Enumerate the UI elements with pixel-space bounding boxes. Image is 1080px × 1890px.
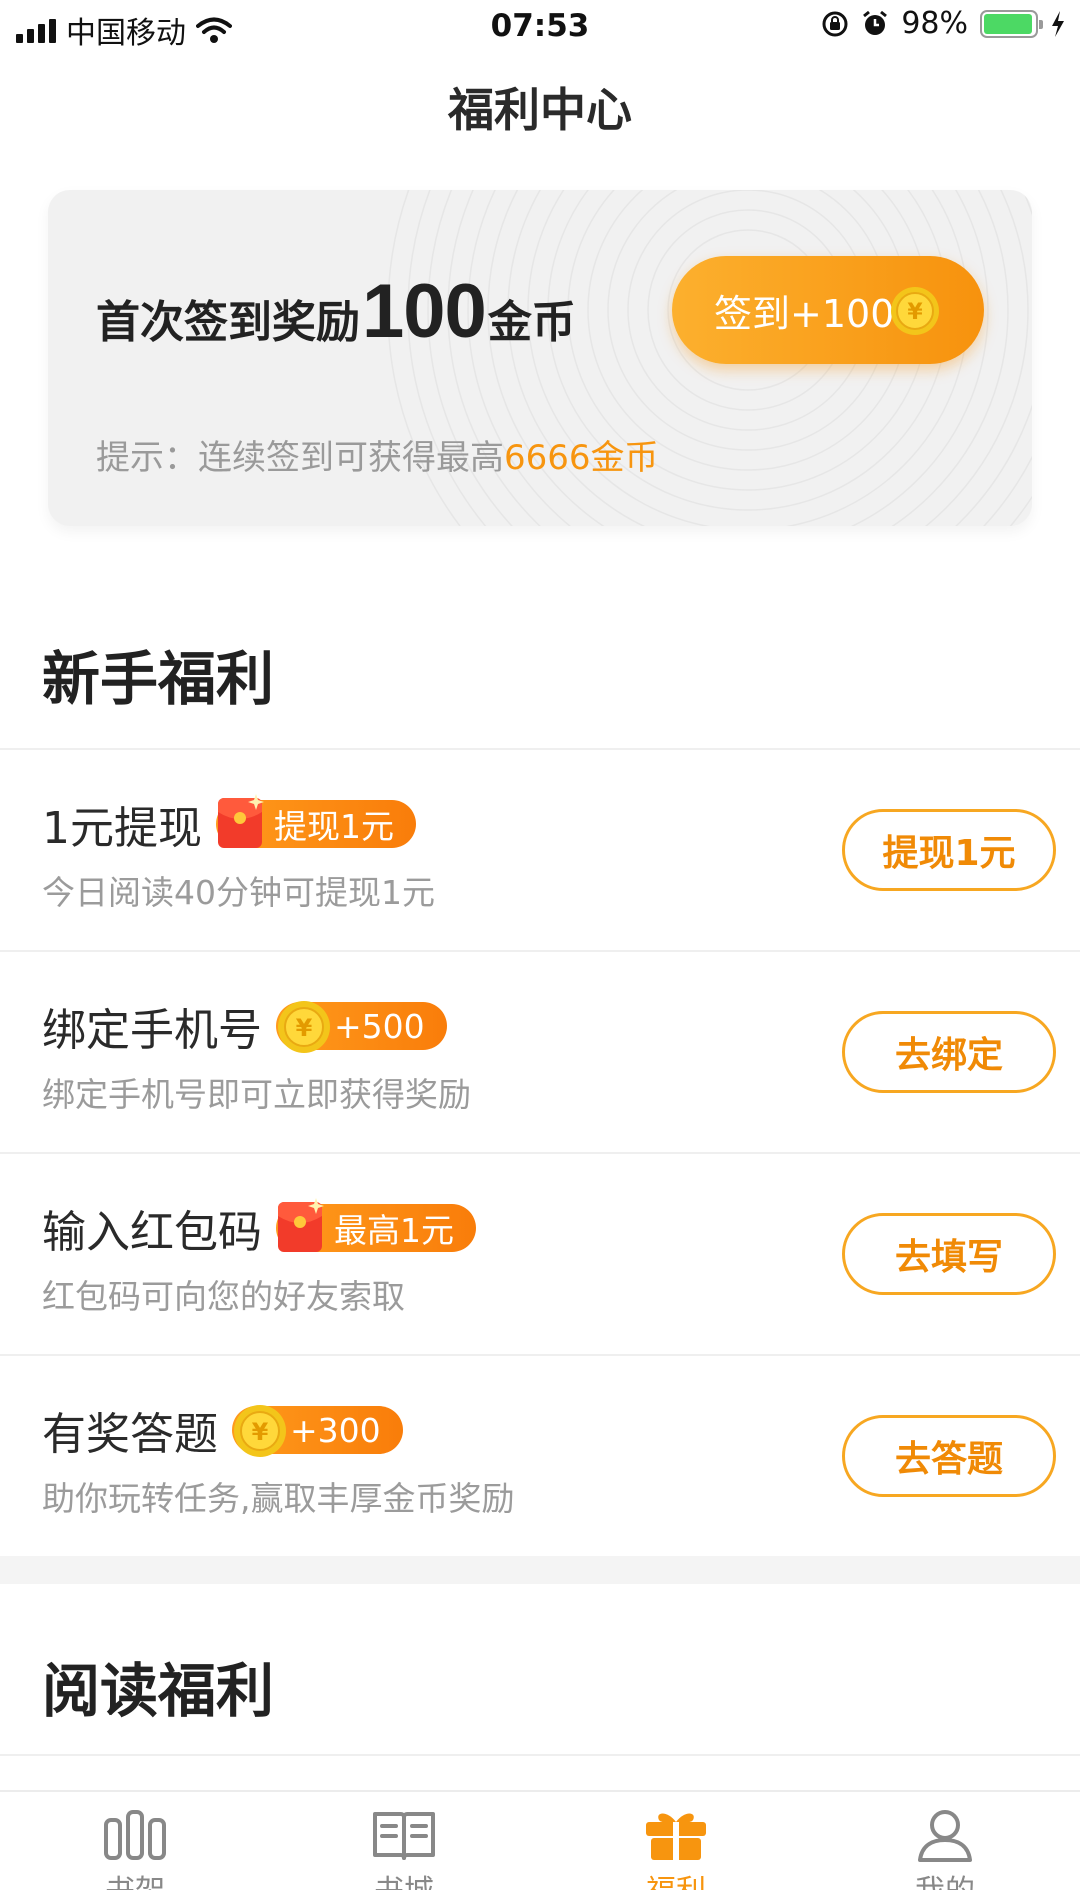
book-open-icon (373, 1812, 435, 1860)
gold-coin-icon: ¥ (234, 1405, 286, 1457)
reward-badge-label: 最高1元 (334, 1211, 454, 1250)
red-packet-icon (218, 794, 264, 848)
task-title: 输入红包码 (42, 1207, 262, 1258)
headline-prefix: 首次签到奖励 (96, 297, 360, 348)
tab-label: 书城 (324, 1866, 484, 1890)
carrier-label: 中国移动 (66, 16, 186, 51)
tab-label: 书架 (55, 1866, 215, 1890)
task-row-bind-phone: 绑定手机号 ¥ +500 绑定手机号即可立即获得奖励 去绑定 (0, 952, 1080, 1152)
reward-badge-label: 提现1元 (274, 807, 394, 846)
bookshelf-icon (104, 1810, 166, 1860)
tab-welfare[interactable]: 福利 (596, 1808, 756, 1890)
task-desc: 助你玩转任务,赢取丰厚金币奖励 (42, 1479, 515, 1518)
alarm-icon (863, 10, 888, 35)
task-desc: 红包码可向您的好友索取 (42, 1277, 405, 1316)
wifi-icon (196, 17, 232, 43)
reward-badge: ¥ +300 (232, 1405, 403, 1457)
task-row-red-packet-code: 输入红包码 最高1元 红包码可向您的好友索取 去填写 (0, 1154, 1080, 1354)
user-icon (918, 1810, 972, 1862)
tab-label: 我的 (865, 1866, 1025, 1890)
task-row-withdraw: 1元提现 提现1元 今日阅读40分钟可提现1元 提现1元 (0, 750, 1080, 950)
bind-phone-button[interactable]: 去绑定 (842, 1011, 1056, 1093)
gold-coin-icon: ¥ (278, 1001, 330, 1053)
status-right: 98% (821, 6, 1066, 41)
status-left: 中国移动 (16, 8, 232, 52)
gift-icon (646, 1813, 706, 1860)
tip-text: 提示：连续签到可获得最高 (96, 438, 504, 478)
headline-amount: 100 (362, 269, 487, 354)
section-title-newbie: 新手福利 (42, 645, 275, 713)
quiz-button[interactable]: 去答题 (842, 1415, 1056, 1497)
tab-bar: 书架 书城 福利 我的 (0, 1790, 1080, 1890)
page-title: 福利中心 (448, 83, 632, 137)
red-packet-icon (278, 1198, 324, 1252)
tab-label: 福利 (596, 1866, 756, 1890)
tab-profile[interactable]: 我的 (865, 1808, 1025, 1890)
gold-coin-icon: ¥ (891, 287, 939, 335)
svg-text:¥: ¥ (907, 300, 923, 325)
signin-tip: 提示：连续签到可获得最高6666金币 (96, 430, 659, 479)
reward-badge: 提现1元 (216, 794, 416, 848)
task-desc: 绑定手机号即可立即获得奖励 (42, 1075, 471, 1114)
headline-suffix: 金币 (487, 297, 576, 348)
signin-card: 首次签到奖励 100 金币 签到+100 ¥ 提示：连续签到可获得最高6666金… (48, 190, 1032, 526)
divider (0, 1754, 1080, 1756)
status-bar: 中国移动 07:53 98% (0, 0, 1080, 56)
tab-bookstore[interactable]: 书城 (324, 1808, 484, 1890)
task-desc: 今日阅读40分钟可提现1元 (42, 873, 435, 912)
section-separator (0, 1556, 1080, 1584)
welfare-center-page: 中国移动 07:53 98% 福利中心 首次签到奖励 100 金币 签到+100… (0, 0, 1080, 1890)
reward-badge-label: +300 (290, 1410, 381, 1450)
signin-reward-headline: 首次签到奖励 100 金币 (96, 268, 576, 355)
task-title: 绑定手机号 (42, 1005, 262, 1056)
tab-bookshelf[interactable]: 书架 (55, 1808, 215, 1890)
signin-button-label: 签到+100 (714, 291, 895, 336)
battery-percent: 98% (901, 6, 968, 41)
reward-badge: ¥ +500 (276, 1001, 447, 1053)
reward-badge: 最高1元 (276, 1198, 476, 1252)
signal-icon (16, 17, 56, 43)
svg-text:¥: ¥ (252, 1418, 269, 1446)
withdraw-button[interactable]: 提现1元 (842, 809, 1056, 891)
signin-button[interactable]: 签到+100 ¥ (672, 256, 984, 364)
fill-code-button[interactable]: 去填写 (842, 1213, 1056, 1295)
tip-highlight: 6666金币 (504, 438, 659, 478)
task-title: 1元提现 (42, 803, 202, 854)
charging-icon (1052, 10, 1064, 37)
section-title-reading: 阅读福利 (42, 1657, 275, 1725)
battery-icon (980, 9, 1043, 38)
reward-badge-label: +500 (334, 1006, 425, 1046)
orientation-lock-icon (822, 11, 848, 36)
task-title: 有奖答题 (42, 1409, 218, 1460)
svg-text:¥: ¥ (296, 1014, 313, 1042)
task-row-quiz: 有奖答题 ¥ +300 助你玩转任务,赢取丰厚金币奖励 去答题 (0, 1356, 1080, 1556)
